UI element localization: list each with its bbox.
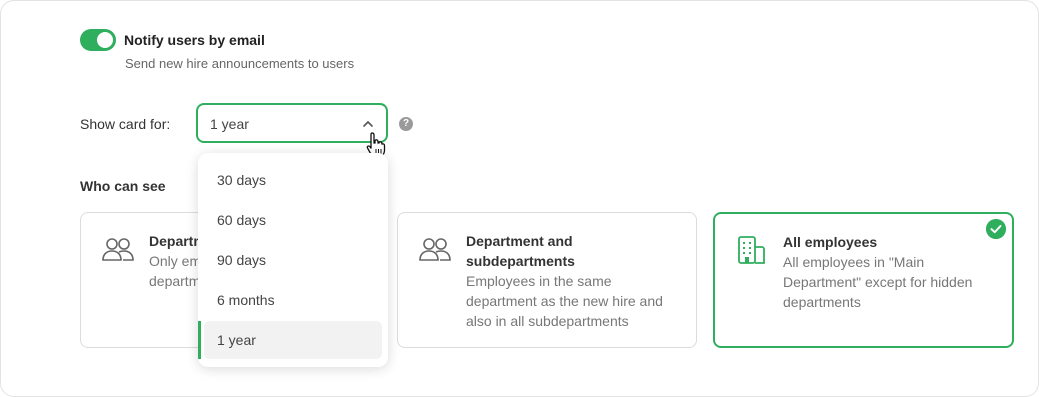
card-desc-line: department as the new hire and: [466, 293, 663, 309]
card-desc-line: Only em: [149, 253, 202, 269]
toggle-knob: [97, 32, 113, 48]
card-desc-line: Employees in the same: [466, 273, 612, 289]
settings-panel: Notify users by email Send new hire anno…: [0, 0, 1039, 397]
card-title: Department and: [466, 233, 573, 249]
option-90-days[interactable]: 90 days: [204, 241, 382, 279]
option-1-year[interactable]: 1 year: [204, 321, 382, 359]
who-can-see-label: Who can see: [80, 178, 166, 194]
notify-email-toggle[interactable]: [80, 29, 116, 51]
building-icon: [738, 236, 765, 264]
users-icon: [102, 238, 134, 261]
chevron-up-icon: [363, 121, 373, 127]
card-desc-line: Department" except for hidden: [783, 274, 973, 290]
selected-indicator: [198, 321, 201, 359]
visibility-card-department-and-subdepartments[interactable]: Department and subdepartments Employees …: [397, 212, 697, 348]
card-title: All employees: [783, 234, 878, 250]
card-title: subdepartments: [466, 253, 575, 269]
notify-subtitle: Send new hire announcements to users: [125, 56, 355, 71]
show-card-value: 1 year: [210, 116, 249, 132]
show-card-select[interactable]: 1 year: [196, 103, 388, 143]
notify-title: Notify users by email: [124, 32, 265, 48]
show-card-dropdown: 30 days 60 days 90 days 6 months 1 year: [198, 153, 388, 367]
option-60-days[interactable]: 60 days: [204, 201, 382, 239]
show-card-label: Show card for:: [80, 116, 171, 132]
visibility-card-all-employees[interactable]: All employees All employees in "Main Dep…: [713, 212, 1014, 348]
option-6-months[interactable]: 6 months: [204, 281, 382, 319]
option-30-days[interactable]: 30 days: [204, 161, 382, 199]
card-desc-line: also in all subdepartments: [466, 313, 629, 329]
card-desc-line: All employees in "Main: [783, 254, 925, 270]
card-desc-line: departm: [149, 273, 201, 289]
help-icon[interactable]: ?: [399, 117, 413, 131]
card-desc-line: departments: [783, 294, 861, 310]
check-icon: [986, 219, 1006, 239]
users-icon: [419, 238, 451, 261]
